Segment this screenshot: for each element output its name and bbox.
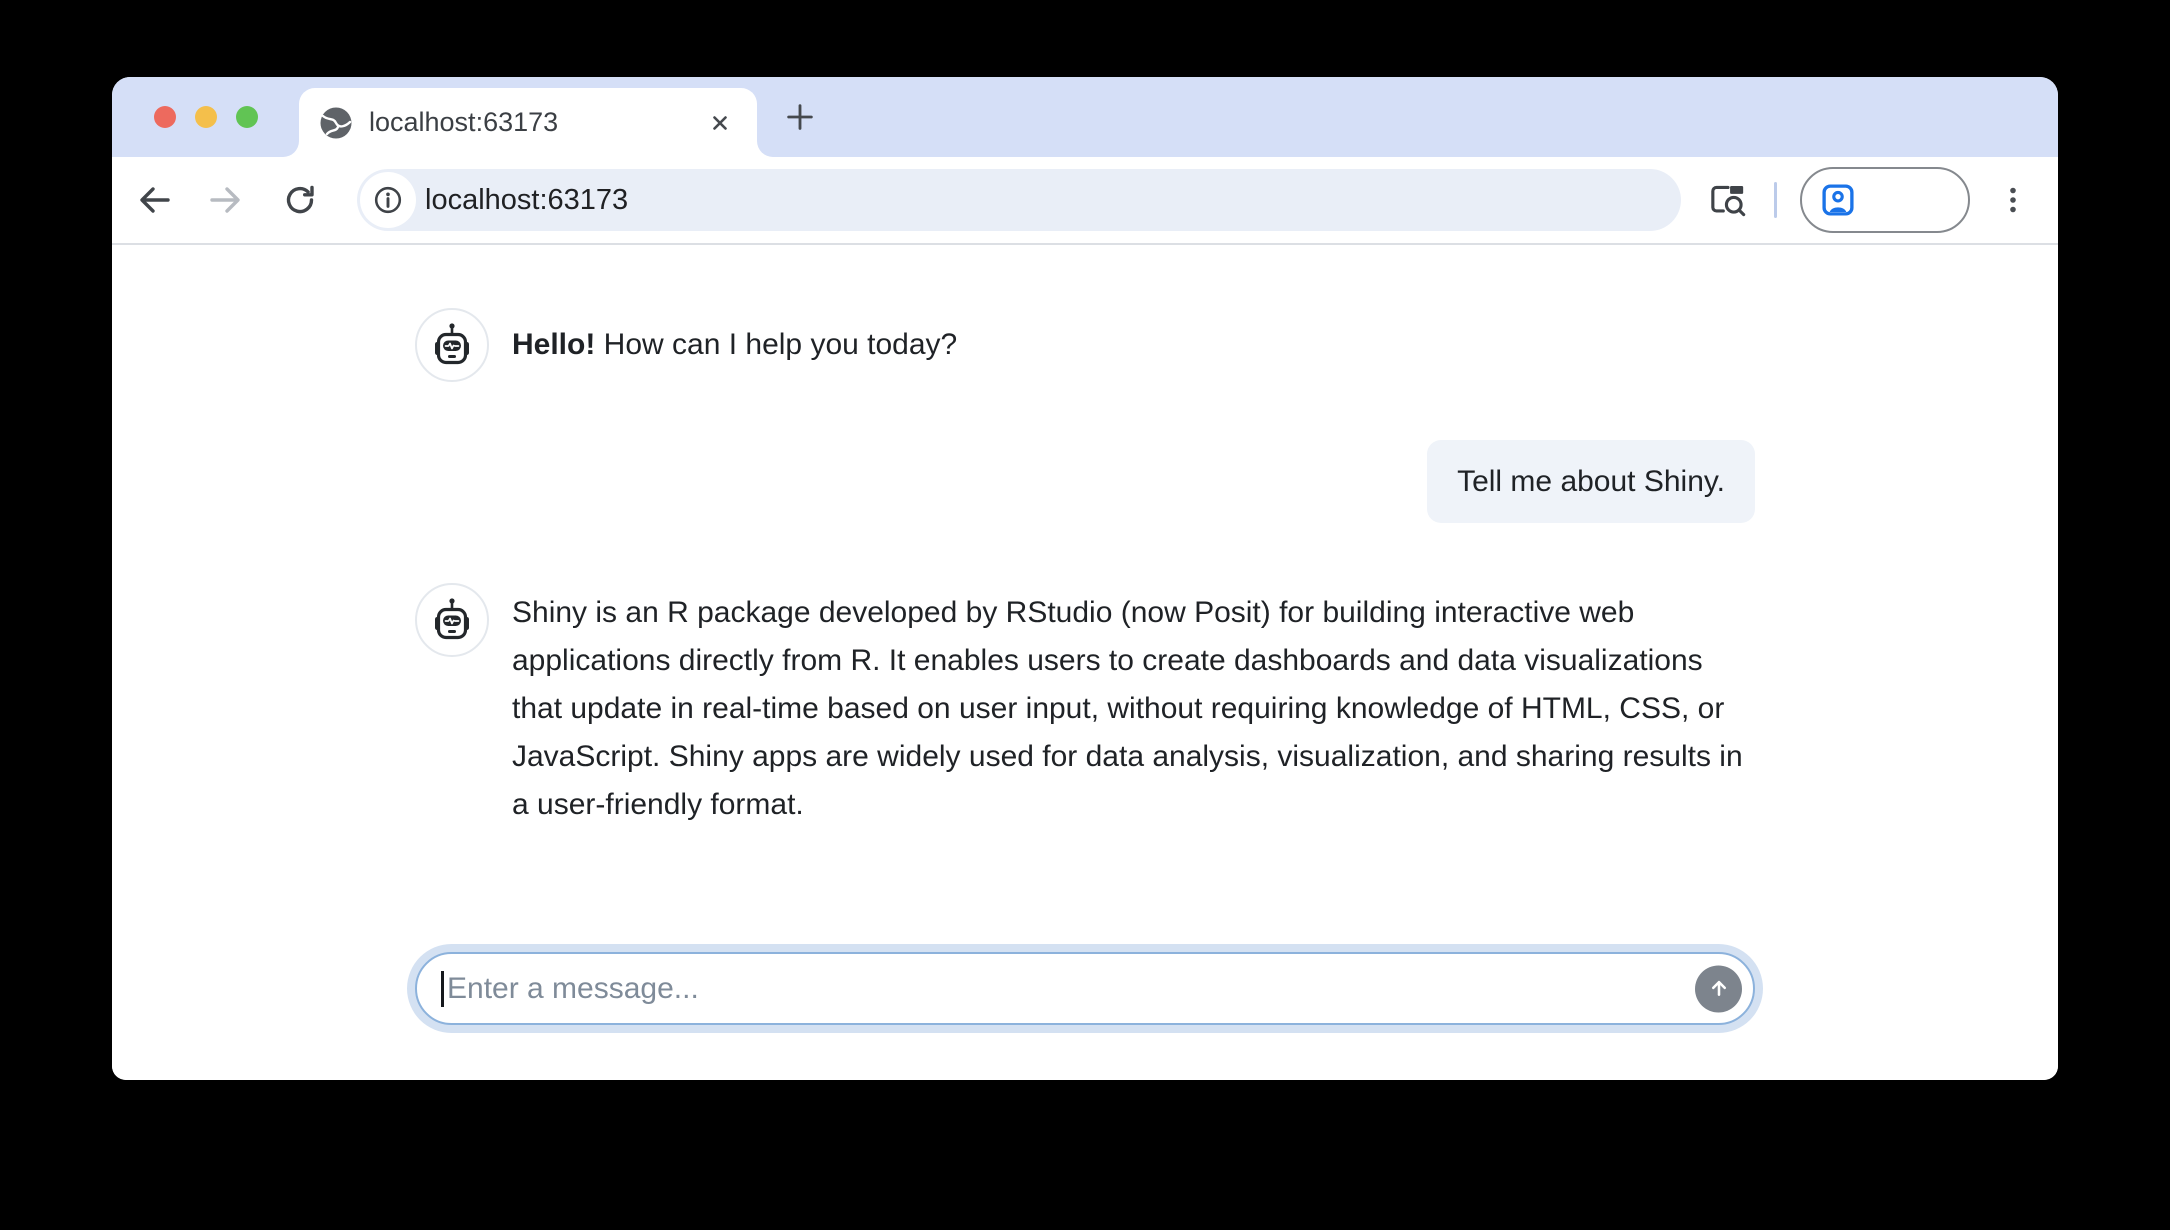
robot-icon bbox=[428, 321, 476, 369]
window-controls bbox=[154, 77, 258, 157]
user-message: Tell me about Shiny. bbox=[415, 440, 1755, 523]
tab-strip: localhost:63173 bbox=[112, 77, 2058, 157]
reload-icon bbox=[278, 178, 322, 222]
text-caret bbox=[441, 971, 444, 1007]
bot-avatar bbox=[415, 583, 489, 657]
close-icon bbox=[707, 110, 733, 136]
back-arrow-icon bbox=[133, 178, 177, 222]
browser-toolbar: localhost:63173 bbox=[112, 157, 2058, 243]
send-button[interactable] bbox=[1695, 965, 1742, 1012]
reload-button[interactable] bbox=[277, 177, 323, 223]
message-body: How can I help you today? bbox=[595, 328, 957, 361]
message-lead: Hello! bbox=[512, 328, 595, 361]
tab-search-icon bbox=[1705, 177, 1751, 223]
arrow-up-icon bbox=[1704, 974, 1734, 1004]
chat-page: Hello! How can I help you today? Tell me… bbox=[112, 243, 2058, 1080]
forward-arrow-icon bbox=[203, 178, 247, 222]
message-input[interactable] bbox=[415, 952, 1755, 1025]
browser-tab[interactable]: localhost:63173 bbox=[299, 88, 757, 157]
zoom-window-button[interactable] bbox=[236, 106, 258, 128]
robot-icon bbox=[428, 596, 476, 644]
profile-button[interactable] bbox=[1800, 167, 1970, 233]
toolbar-separator bbox=[1774, 182, 1777, 218]
back-button[interactable] bbox=[132, 177, 178, 223]
minimize-window-button[interactable] bbox=[195, 106, 217, 128]
bot-avatar bbox=[415, 308, 489, 382]
tab-title: localhost:63173 bbox=[369, 107, 703, 138]
kebab-icon bbox=[1991, 178, 2035, 222]
close-window-button[interactable] bbox=[154, 106, 176, 128]
assistant-message: Shiny is an R package developed by RStud… bbox=[415, 583, 1755, 829]
info-icon bbox=[368, 180, 408, 220]
new-tab-button[interactable] bbox=[777, 94, 823, 140]
menu-button[interactable] bbox=[1990, 177, 2036, 223]
plus-icon bbox=[783, 99, 817, 135]
site-info-button[interactable] bbox=[360, 172, 416, 228]
tab-close-button[interactable] bbox=[703, 106, 737, 140]
chat-container: Hello! How can I help you today? Tell me… bbox=[415, 245, 1755, 1025]
profile-icon bbox=[1818, 180, 1858, 220]
url-text: localhost:63173 bbox=[425, 184, 628, 217]
user-bubble: Tell me about Shiny. bbox=[1427, 440, 1755, 523]
globe-favicon-icon bbox=[319, 106, 353, 140]
tab-search-button[interactable] bbox=[1705, 177, 1751, 223]
message-text: Shiny is an R package developed by RStud… bbox=[512, 589, 1755, 829]
forward-button[interactable] bbox=[202, 177, 248, 223]
desktop-background: localhost:63173 bbox=[0, 0, 2170, 1230]
browser-window: localhost:63173 bbox=[112, 77, 2058, 1080]
chat-input-row bbox=[415, 952, 1755, 1025]
assistant-message: Hello! How can I help you today? bbox=[415, 308, 1755, 382]
message-text: Hello! How can I help you today? bbox=[512, 328, 957, 362]
address-bar[interactable]: localhost:63173 bbox=[357, 169, 1681, 231]
